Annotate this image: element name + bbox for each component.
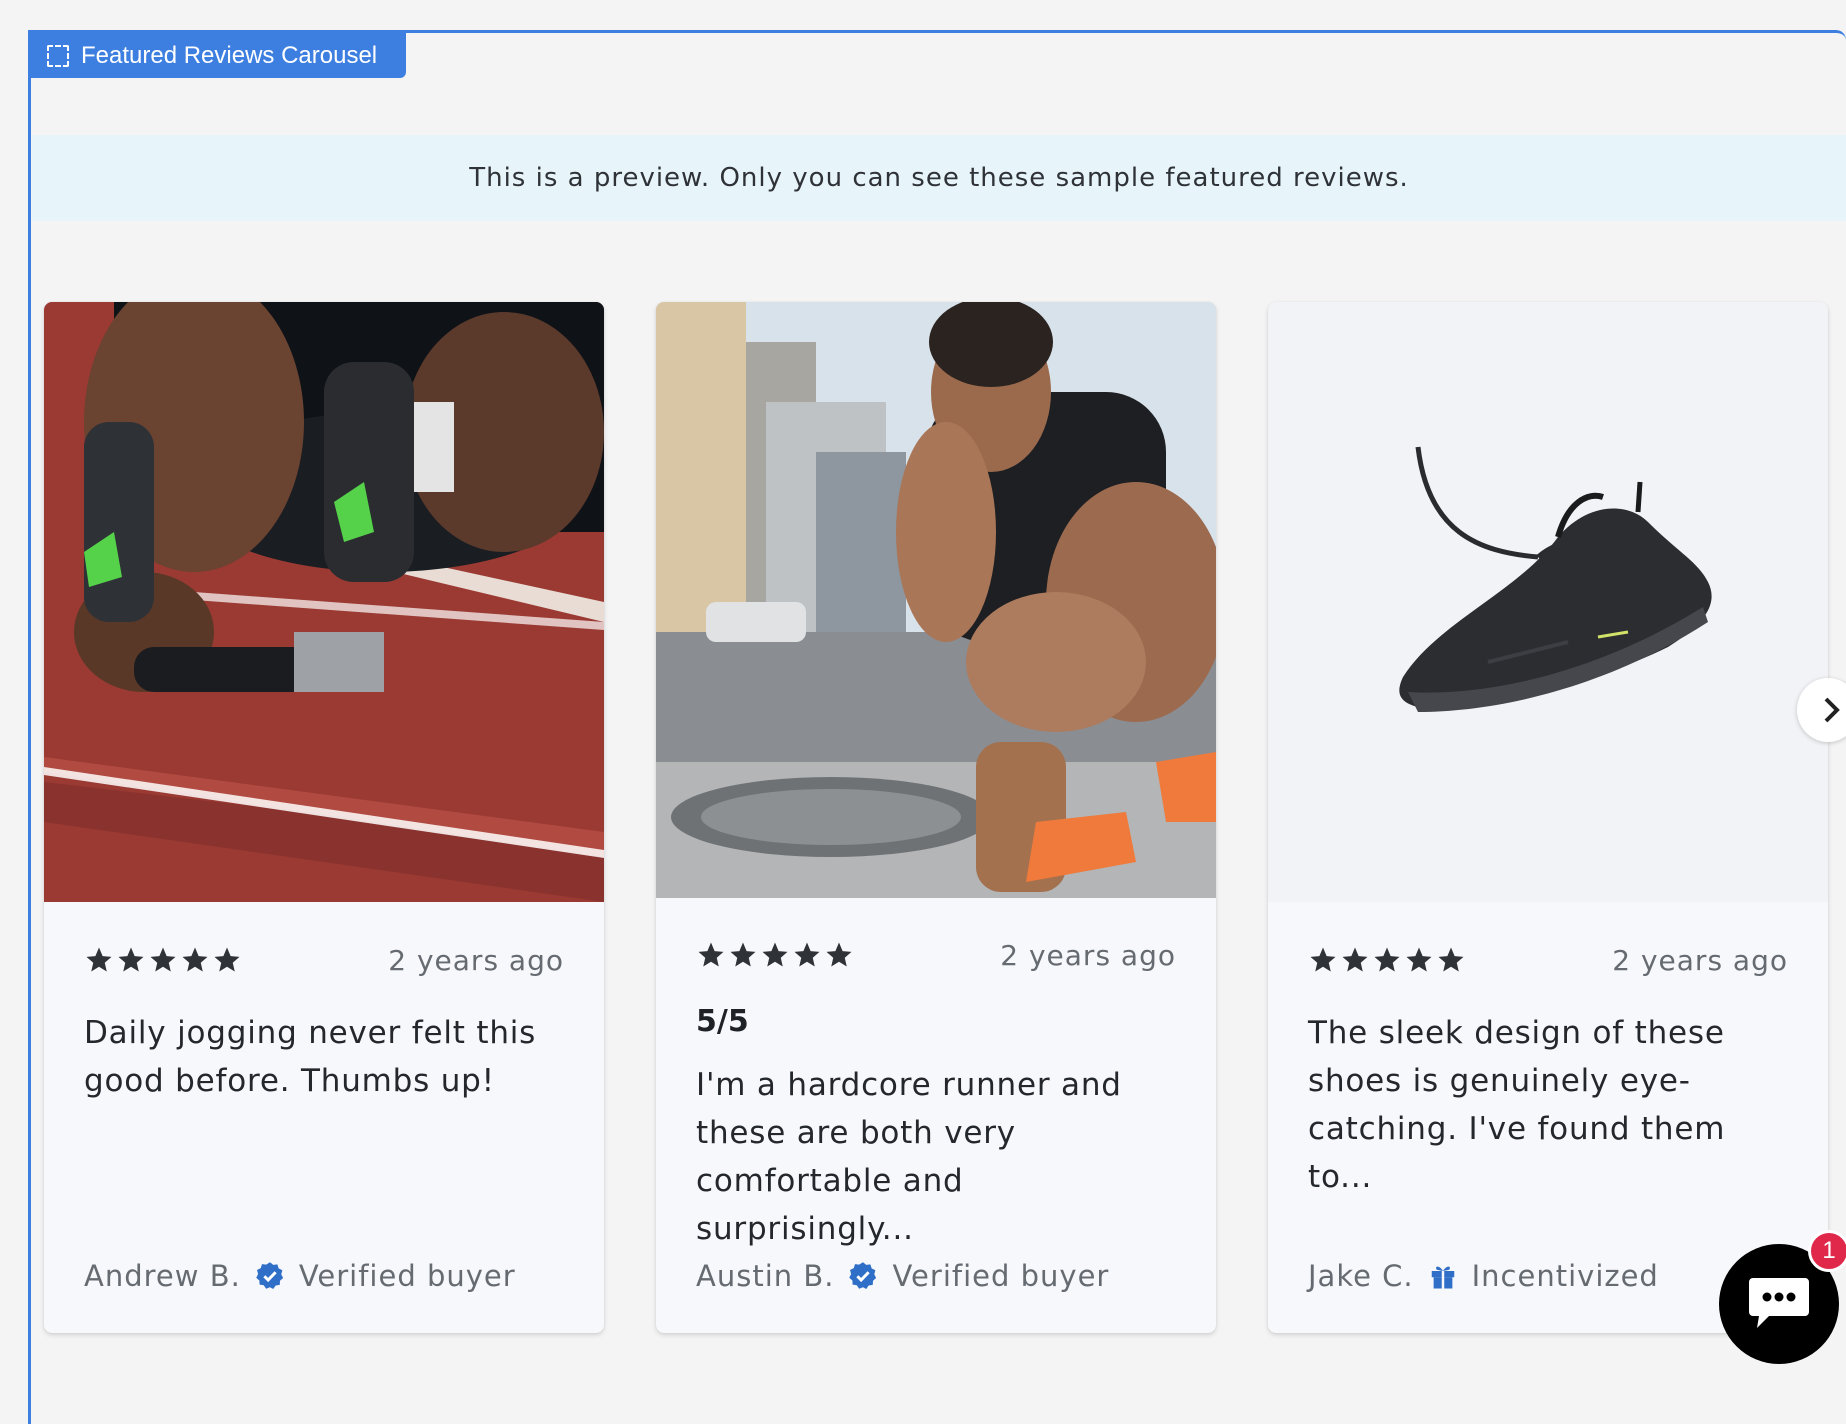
star-rating xyxy=(84,945,242,975)
star-icon xyxy=(826,942,852,967)
chevron-right-icon xyxy=(1824,697,1840,723)
star-icon xyxy=(118,947,144,972)
review-title: 5/5 xyxy=(696,1004,749,1039)
review-card[interactable]: 2 years ago The sleek design of these sh… xyxy=(1268,302,1828,1333)
black-running-shoe-photo xyxy=(1268,302,1828,902)
star-icon xyxy=(182,947,208,972)
star-icon xyxy=(86,947,112,972)
review-date: 2 years ago xyxy=(388,943,564,977)
review-text: Daily jogging never felt this good befor… xyxy=(84,1015,537,1099)
review-badge: Verified buyer xyxy=(892,1259,1110,1293)
review-text: I'm a hardcore runner and these are both… xyxy=(696,1067,1122,1247)
chat-badge-count: 1 xyxy=(1822,1237,1836,1264)
star-icon xyxy=(214,947,240,972)
review-date: 2 years ago xyxy=(1612,943,1788,977)
preview-banner-text: This is a preview. Only you can see thes… xyxy=(469,163,1409,193)
review-author: Jake C. xyxy=(1308,1259,1414,1293)
star-rating xyxy=(1308,945,1466,975)
chat-bubble-icon xyxy=(1749,1278,1809,1328)
review-card[interactable]: 2 years ago 5/5 I'm a hardcore runner an… xyxy=(656,302,1216,1333)
runner-in-starting-blocks-photo xyxy=(44,302,604,902)
review-date: 2 years ago xyxy=(1000,938,1176,972)
runner-tying-shoe-photo xyxy=(656,302,1216,898)
star-icon xyxy=(794,942,820,967)
star-icon xyxy=(1438,947,1464,972)
review-author: Austin B. xyxy=(696,1259,835,1293)
section-tag-label: Featured Reviews Carousel xyxy=(81,41,378,69)
star-icon xyxy=(1342,947,1368,972)
verified-check-icon xyxy=(256,1262,283,1289)
review-badge: Verified buyer xyxy=(298,1259,516,1293)
review-footer: Austin B. Verified buyer xyxy=(696,1259,1109,1293)
star-rating xyxy=(696,940,854,970)
review-badge: Incentivized xyxy=(1471,1259,1659,1293)
review-text: The sleek design of these shoes is genui… xyxy=(1308,1015,1726,1195)
star-icon xyxy=(730,942,756,967)
verified-check-icon xyxy=(849,1262,877,1289)
review-footer: Jake C. Incentivized xyxy=(1308,1259,1659,1293)
star-icon xyxy=(1310,947,1336,972)
preview-banner: This is a preview. Only you can see thes… xyxy=(32,135,1846,221)
star-icon xyxy=(1406,947,1432,972)
dashed-frame-icon xyxy=(47,44,69,67)
star-icon xyxy=(1374,947,1400,972)
chat-notification-badge: 1 xyxy=(1808,1230,1846,1272)
star-icon xyxy=(150,947,176,972)
review-card[interactable]: 2 years ago Daily jogging never felt thi… xyxy=(44,302,604,1333)
star-icon xyxy=(698,942,724,967)
section-tag[interactable]: Featured Reviews Carousel xyxy=(29,33,406,78)
gift-icon xyxy=(1431,1266,1454,1289)
review-author: Andrew B. xyxy=(84,1259,241,1293)
star-icon xyxy=(762,942,788,967)
review-footer: Andrew B. Verified buyer xyxy=(84,1259,516,1293)
